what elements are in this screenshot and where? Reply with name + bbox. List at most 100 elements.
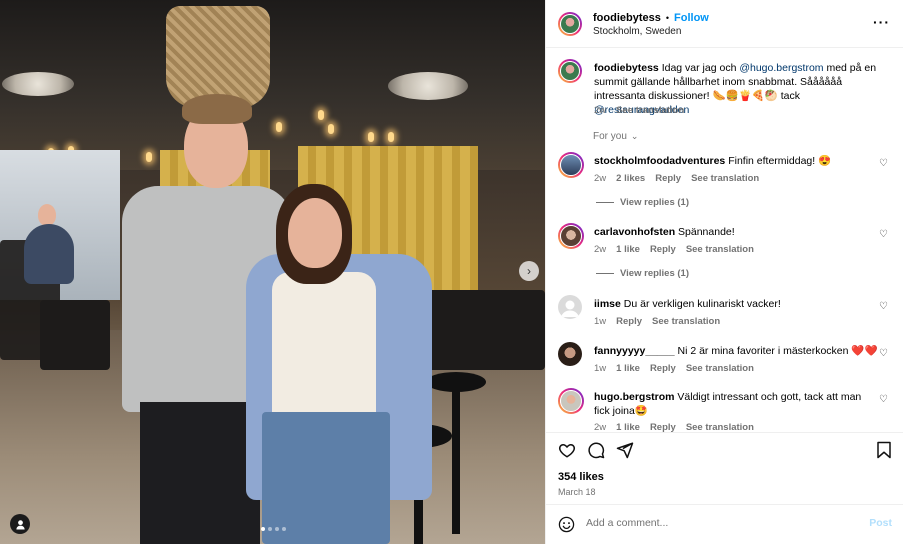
caption-time[interactable]: 2w [594,105,606,116]
comment-username[interactable]: carlavonhofsten [594,226,675,238]
view-replies-label: View replies (1) [620,268,689,279]
comment-like-icon[interactable]: ♡ [879,301,888,312]
comment-username[interactable]: fannyyyyy_____ [594,345,675,357]
commenter-avatar[interactable] [558,152,584,178]
background-tables [420,290,545,370]
person-woman-top [272,272,376,424]
stool-leg [452,384,460,534]
comment: stockholmfoodadventures Finfin eftermidd… [558,152,898,212]
view-replies-label: View replies (1) [620,197,689,208]
post-comment-button[interactable]: Post [869,517,892,529]
comment: hugo.bergstrom Väldigt intressant och go… [558,388,898,432]
commenter-avatar[interactable] [558,223,584,249]
author-avatar[interactable] [558,12,582,36]
comment-time[interactable]: 2w [594,173,606,184]
see-translation-link[interactable]: See translation [686,363,754,374]
comment-body: Finfin eftermiddag! 😍 [728,155,832,167]
next-slide-button[interactable]: › [519,261,539,281]
ceiling-lamp [2,72,74,96]
comment-time[interactable]: 1w [594,316,606,327]
send-icon[interactable] [616,441,634,459]
view-replies-button[interactable]: View replies (1) [596,268,689,279]
comment-like-icon[interactable]: ♡ [879,394,888,405]
person-man-pants [140,402,260,544]
comment: iimse Du är verkligen kulinariskt vacker… [558,295,898,331]
chevron-down-icon: ⌄ [630,131,639,141]
caption-username[interactable]: foodiebytess [594,62,659,74]
comment-username[interactable]: hugo.bergstrom [594,391,675,403]
author-avatar[interactable] [558,59,582,83]
light-bulb [388,132,394,142]
comment-composer: Add a comment... Post [546,504,903,544]
heart-icon[interactable] [558,441,576,459]
post-sidebar: foodiebytess • Follow Stockholm, Sweden … [545,0,903,544]
commenter-avatar[interactable] [558,388,584,414]
comment-like-icon[interactable]: ♡ [879,229,888,240]
comment-text: iimse Du är verkligen kulinariskt vacker… [594,297,879,311]
comment-username[interactable]: stockholmfoodadventures [594,155,725,167]
for-you-filter[interactable]: For you ⌄ [593,131,638,142]
for-you-label: For you [593,131,627,142]
reply-button[interactable]: Reply [650,244,676,255]
light-bulb [276,122,282,132]
carousel-dot [282,527,286,531]
mention-link[interactable]: @hugo.bergstrom [739,62,823,74]
comment-username[interactable]: iimse [594,298,621,310]
comment: carlavonhofsten Spännande! 2w 1 like Rep… [558,223,898,283]
background-person-head [38,204,56,226]
person-woman-jeans [262,412,390,544]
wicker-lamp [166,6,270,108]
comments-section[interactable]: foodiebytess Idag var jag och @hugo.berg… [546,49,903,432]
reply-button[interactable]: Reply [650,363,676,374]
comment-body: Du är verkligen kulinariskt vacker! [623,298,781,310]
bookmark-icon[interactable] [876,441,892,459]
light-bulb [318,110,324,120]
see-translation-link[interactable]: See translation [652,316,720,327]
user-icon [15,519,25,530]
separator-dot: • [665,13,670,23]
person-woman-head [288,198,342,268]
comment-likes[interactable]: 1 like [616,244,640,255]
comment-input[interactable]: Add a comment... [586,517,668,529]
see-translation-link[interactable]: See translation [691,173,759,184]
carousel-dot [261,527,265,531]
more-options-icon[interactable]: ··· [873,14,890,30]
ceiling-lamp [388,72,468,100]
comment-likes[interactable]: 1 like [616,363,640,374]
person-man-hair [182,94,252,124]
light-bulb [328,124,334,134]
comment-likes[interactable]: 1 like [616,422,640,432]
comment-time[interactable]: 2w [594,244,606,255]
reply-button[interactable]: Reply [655,173,681,184]
reply-button[interactable]: Reply [650,422,676,432]
post-header: foodiebytess • Follow Stockholm, Sweden … [546,0,903,48]
comment-like-icon[interactable]: ♡ [879,348,888,359]
see-translation-link[interactable]: See translation [616,105,684,116]
view-replies-button[interactable]: View replies (1) [596,197,689,208]
comment-text: carlavonhofsten Spännande! [594,225,879,239]
see-translation-link[interactable]: See translation [686,422,754,432]
tagged-users-button[interactable] [10,514,30,534]
post-date[interactable]: March 18 [558,487,596,497]
follow-button[interactable]: Follow [674,12,709,24]
post-photo[interactable]: › [0,0,545,544]
see-translation-link[interactable]: See translation [686,244,754,255]
commenter-avatar[interactable] [558,342,582,366]
carousel-indicator [261,527,286,531]
comment-likes[interactable]: 2 likes [616,173,645,184]
post-location[interactable]: Stockholm, Sweden [593,26,681,37]
post-actions: 354 likes March 18 [546,432,903,502]
caption: foodiebytess Idag var jag och @hugo.berg… [558,59,898,119]
comment-time[interactable]: 1w [594,363,606,374]
author-username[interactable]: foodiebytess [593,12,661,24]
comment-text: fannyyyyy_____ Ni 2 är mina favoriter i … [594,344,879,358]
comment-icon[interactable] [587,441,605,459]
comment-like-icon[interactable]: ♡ [879,158,888,169]
comment-time[interactable]: 2w [594,422,606,432]
commenter-avatar[interactable] [558,295,582,319]
reply-button[interactable]: Reply [616,316,642,327]
likes-count[interactable]: 354 likes [558,471,604,483]
comment-body: Spännande! [678,226,735,238]
emoji-icon[interactable] [558,516,575,533]
divider-line [596,273,614,274]
